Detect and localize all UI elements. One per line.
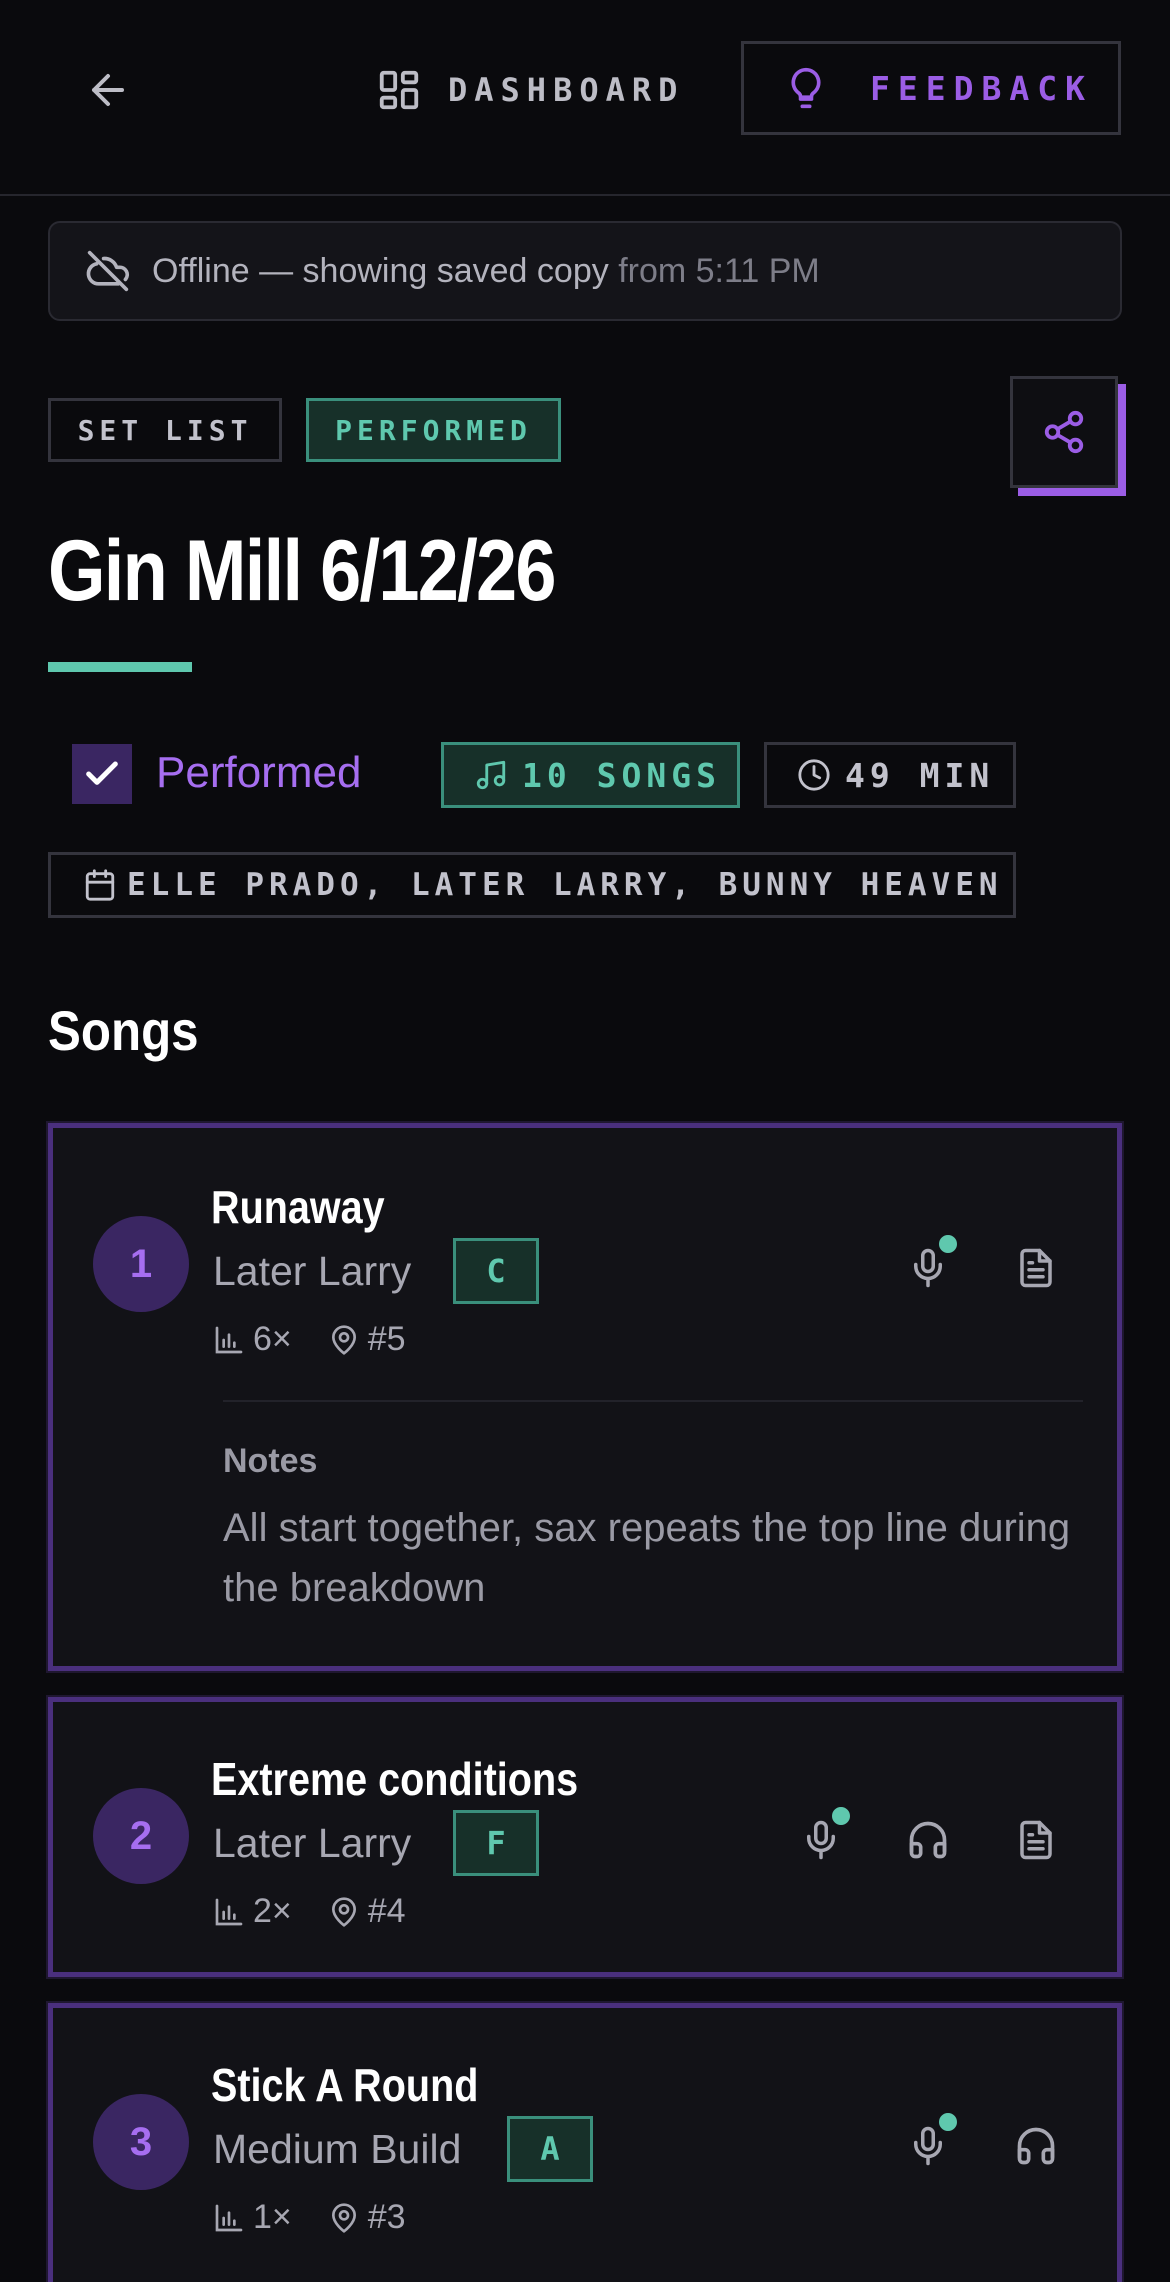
offline-text: Offline — showing saved copy [152,251,609,290]
document-icon [1015,1817,1057,1863]
song-stats: 1× #3 [213,2198,406,2237]
map-pin-icon [328,2202,360,2234]
divider [223,1400,1083,1402]
status-dot [829,1804,853,1828]
duration-badge: 49 MIN [764,742,1016,808]
dashboard-button[interactable]: DASHBOARD [376,60,684,120]
song-plays: 6× [253,1320,292,1358]
bar-chart-icon [213,1896,245,1928]
duration-text: 49 MIN [845,755,995,795]
status-dot [936,2110,960,2134]
song-position: #4 [367,1892,406,1930]
song-artist: Later Larry [213,1248,412,1294]
audio-button[interactable] [898,1810,958,1870]
song-stats: 6× #5 [213,1320,406,1359]
audio-button[interactable] [1006,2116,1066,2176]
page-title: Gin Mill 6/12/26 [48,523,557,619]
clock-icon [797,758,831,792]
song-card[interactable]: 1 Runaway Later Larry C 6× #5 Notes All … [48,1123,1122,1671]
feedback-button[interactable]: FEEDBACK [741,41,1121,135]
song-key-badge: A [507,2116,593,2182]
feedback-label: FEEDBACK [870,68,1093,108]
song-position: #5 [367,1320,406,1358]
notes-heading: Notes [223,1442,318,1480]
headphones-icon [1014,2124,1058,2168]
song-title: Runaway [211,1181,385,1233]
headphones-icon [906,1818,950,1862]
offline-banner: Offline — showing saved copy from 5:11 P… [48,221,1122,321]
song-card[interactable]: 3 Stick A Round Medium Build A 1× #3 [48,2003,1122,2282]
lightbulb-icon [784,64,828,112]
share-button[interactable] [1010,376,1118,488]
map-pin-icon [328,1896,360,1928]
song-key-badge: C [453,1238,539,1304]
vocals-button[interactable] [898,1232,960,1298]
title-underline [48,662,192,672]
status-dot [936,1232,960,1256]
lyrics-button[interactable] [1006,1238,1066,1298]
top-bar: DASHBOARD FEEDBACK [0,0,1170,196]
arrow-left-icon [84,66,132,114]
song-artist: Medium Build [213,2126,462,2172]
performed-checkbox[interactable] [72,744,132,804]
song-key-badge: F [453,1810,539,1876]
performed-label[interactable]: Performed [156,748,361,798]
vocals-button[interactable] [898,2110,960,2176]
artists-badge: ELLE PRADO, LATER LARRY, BUNNY HEAVEN [48,852,1016,918]
song-artist: Later Larry [213,1820,412,1866]
lyrics-button[interactable] [1006,1810,1066,1870]
song-number: 3 [93,2094,189,2190]
dashboard-label: DASHBOARD [448,71,685,109]
map-pin-icon [328,1324,360,1356]
song-stats: 2× #4 [213,1892,406,1931]
performed-status-tag: PERFORMED [306,398,561,462]
set-list-tag: SET LIST [48,398,282,462]
checkmark-icon [82,754,122,794]
artists-text: ELLE PRADO, LATER LARRY, BUNNY HEAVEN [127,867,1003,903]
song-plays: 1× [253,2198,292,2236]
songs-count-text: 10 SONGS [522,755,721,795]
notes-text: All start together, sax repeats the top … [223,1506,1071,1610]
document-icon [1015,1245,1057,1291]
song-number: 1 [93,1216,189,1312]
songs-section-title: Songs [48,999,199,1062]
songs-count-badge: 10 SONGS [441,742,740,808]
dashboard-grid-icon [376,67,422,113]
calendar-icon [83,868,117,902]
back-button[interactable] [84,66,132,114]
share-icon [1041,409,1087,455]
song-position: #3 [367,2198,406,2236]
song-title: Stick A Round [211,2059,479,2111]
vocals-button[interactable] [791,1804,853,1870]
cloud-off-icon [86,249,130,293]
song-card[interactable]: 2 Extreme conditions Later Larry F 2× #4 [48,1697,1122,1977]
song-number: 2 [93,1788,189,1884]
bar-chart-icon [213,2202,245,2234]
music-note-icon [474,758,508,792]
song-plays: 2× [253,1892,292,1930]
offline-time: from 5:11 PM [618,251,820,290]
song-title: Extreme conditions [211,1753,579,1805]
bar-chart-icon [213,1324,245,1356]
